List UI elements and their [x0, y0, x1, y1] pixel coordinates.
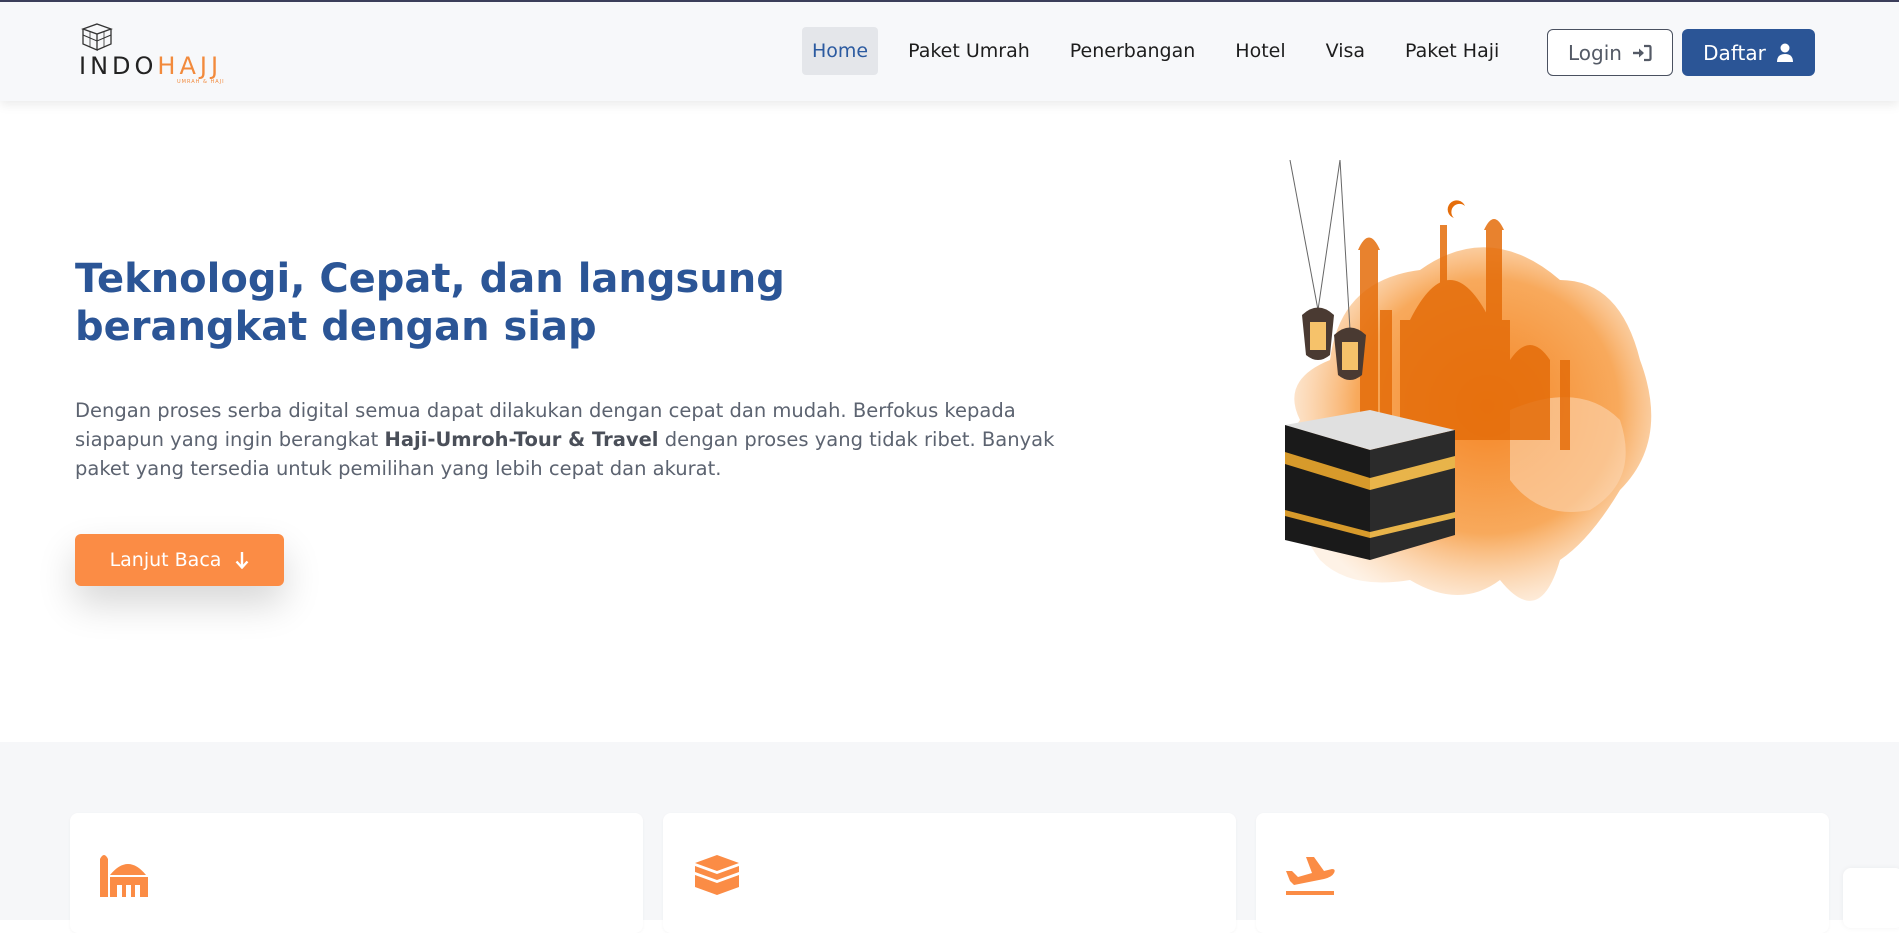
hero-description: Dengan proses serba digital semua dapat …	[75, 396, 1085, 483]
service-card-umrah[interactable]	[663, 813, 1236, 933]
brand-logo[interactable]: INDOHAJJ UMRAH & HAJI	[75, 20, 235, 86]
daftar-button[interactable]: Daftar	[1682, 29, 1815, 76]
mosque-icon	[100, 855, 148, 897]
crescent-icon	[1447, 200, 1465, 218]
nav-paket-umrah[interactable]: Paket Umrah	[898, 27, 1040, 75]
partial-card	[1843, 868, 1899, 928]
hero-illustration	[1285, 160, 1652, 601]
login-label: Login	[1568, 40, 1622, 65]
brand-name-hajj: HAJJ	[157, 52, 223, 80]
lanjut-baca-label: Lanjut Baca	[109, 549, 222, 571]
nav-hotel[interactable]: Hotel	[1225, 27, 1295, 75]
nav-visa[interactable]: Visa	[1316, 27, 1375, 75]
lanjut-baca-button[interactable]: Lanjut Baca	[75, 534, 284, 586]
kaaba-illustration	[1285, 410, 1455, 560]
user-icon	[1776, 43, 1793, 62]
hero-text-bold: Haji-Umroh-Tour & Travel	[384, 428, 659, 451]
kaaba-icon	[695, 855, 739, 895]
plane-departure-icon	[1286, 857, 1335, 895]
main-nav: Home Paket Umrah Penerbangan Hotel Visa …	[802, 27, 1529, 75]
service-card-haji[interactable]	[70, 813, 643, 933]
login-button[interactable]: Login	[1547, 29, 1673, 76]
brand-wordmark: INDOHAJJ	[79, 52, 222, 80]
brand-name-indo: INDO	[79, 52, 158, 80]
nav-home[interactable]: Home	[802, 27, 879, 75]
kaaba-logo-icon	[81, 23, 113, 51]
sign-in-icon	[1632, 44, 1652, 61]
hero-title: Teknologi, Cepat, dan langsung berangkat…	[75, 256, 785, 350]
brand-tagline: UMRAH & HAJI	[177, 79, 225, 85]
service-card-penerbangan[interactable]	[1256, 813, 1829, 933]
nav-paket-haji[interactable]: Paket Haji	[1395, 27, 1509, 75]
daftar-label: Daftar	[1703, 40, 1766, 65]
arrow-down-icon	[236, 552, 249, 569]
navbar: INDOHAJJ UMRAH & HAJI Home Paket Umrah P…	[0, 2, 1899, 101]
lantern-icon	[1289, 160, 1366, 380]
nav-penerbangan[interactable]: Penerbangan	[1060, 27, 1206, 75]
